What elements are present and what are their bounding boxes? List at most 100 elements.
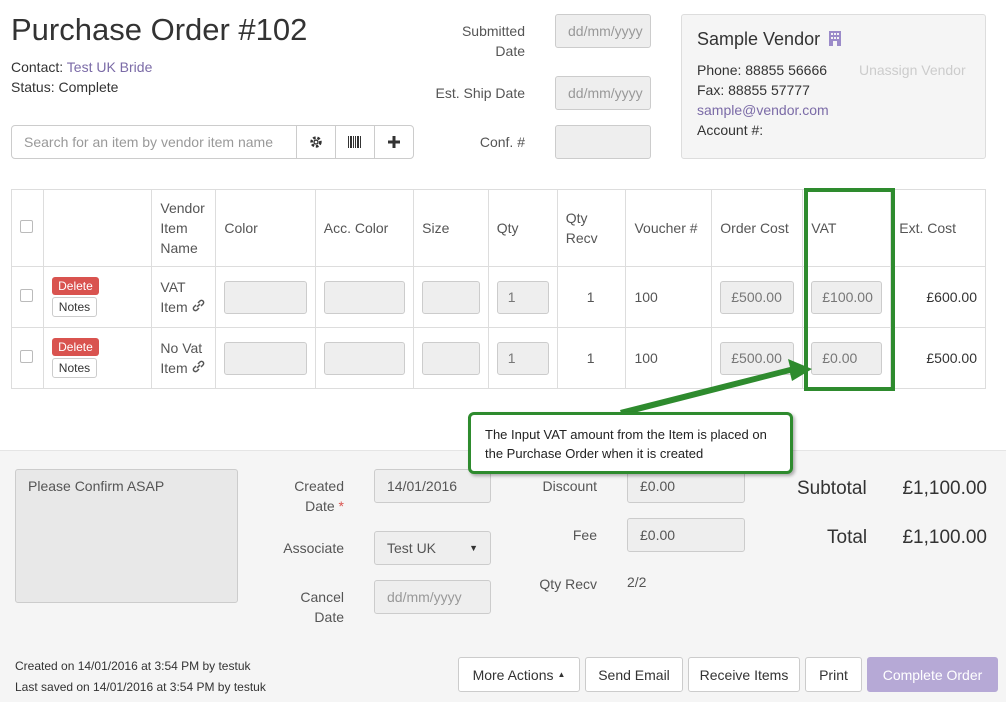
- caret-down-icon: ▼: [469, 543, 478, 553]
- conf-number-input[interactable]: [555, 125, 651, 159]
- more-actions-label: More Actions: [472, 666, 554, 683]
- print-button[interactable]: Print: [805, 657, 862, 692]
- created-info: Created on 14/01/2016 at 3:54 PM by test…: [15, 659, 251, 673]
- qty-cell: 1: [487, 327, 558, 389]
- status-line: Status: Complete: [11, 79, 118, 95]
- page-title: Purchase Order #102: [11, 12, 308, 47]
- submitted-date-label: Submitted Date: [461, 23, 525, 59]
- add-item-button[interactable]: [374, 126, 413, 158]
- cancel-date-label: Cancel Date: [300, 589, 344, 625]
- ext-cost-cell: £600.00: [890, 266, 986, 328]
- receive-items-button[interactable]: Receive Items: [688, 657, 800, 692]
- acc-color-header: Acc. Color: [314, 189, 415, 267]
- complete-order-button[interactable]: Complete Order: [867, 657, 998, 692]
- size-cell: [413, 327, 489, 389]
- contact-label: Contact:: [11, 59, 64, 75]
- item-search-input[interactable]: Search for an item by vendor item name: [12, 126, 296, 158]
- contact-line: Contact: Test UK Bride: [11, 59, 152, 75]
- size-cell: [413, 266, 489, 328]
- item-name-cell: VAT Item: [151, 266, 217, 328]
- created-date-label: Created Date *: [270, 476, 344, 516]
- subtotal-value: £1,100.00: [902, 478, 987, 499]
- order-cost-input[interactable]: £500.00: [720, 280, 795, 314]
- link-icon: [192, 299, 204, 312]
- row-checkbox[interactable]: [20, 289, 33, 302]
- voucher-header: Voucher #: [625, 189, 713, 267]
- created-date-input[interactable]: 14/01/2016: [374, 469, 491, 503]
- annotation-callout: The Input VAT amount from the Item is pl…: [468, 412, 793, 474]
- size-header: Size: [413, 189, 489, 267]
- contact-link[interactable]: Test UK Bride: [67, 59, 153, 75]
- row-actions-cell: Delete Notes: [42, 327, 153, 389]
- callout-arrow: [620, 359, 812, 416]
- delete-button[interactable]: Delete: [51, 338, 99, 356]
- qty-recv-value: 2/2: [627, 574, 647, 590]
- ext-cost-header: Ext. Cost: [890, 189, 986, 267]
- qty-recv-header: Qty Recv: [556, 189, 627, 267]
- vendor-email-link[interactable]: sample@vendor.com: [697, 102, 829, 118]
- color-input[interactable]: [224, 280, 307, 314]
- ship-date-input[interactable]: dd/mm/yyyy: [555, 76, 651, 110]
- total-value: £1,100.00: [902, 527, 987, 548]
- item-search-group: Search for an item by vendor item name: [11, 125, 414, 159]
- fee-label: Fee: [572, 527, 597, 543]
- discount-label: Discount: [542, 478, 597, 494]
- select-all-checkbox[interactable]: [20, 220, 33, 233]
- ext-cost-cell: £500.00: [890, 327, 986, 389]
- size-input[interactable]: [422, 341, 480, 375]
- select-all-cell: [11, 189, 44, 267]
- qty-header: Qty: [487, 189, 558, 267]
- fee-input[interactable]: £0.00: [627, 518, 745, 552]
- gear-icon: [310, 136, 322, 148]
- item-name-link[interactable]: VAT Item: [160, 279, 187, 315]
- vendor-name: Sample Vendor: [697, 29, 821, 49]
- required-marker: *: [338, 498, 344, 514]
- row-checkbox[interactable]: [20, 350, 33, 363]
- acc-color-input[interactable]: [323, 280, 406, 314]
- associate-value: Test UK: [387, 540, 437, 556]
- total-label: Total: [827, 527, 868, 548]
- size-input[interactable]: [422, 280, 480, 314]
- delete-button[interactable]: Delete: [51, 277, 99, 295]
- associate-select[interactable]: Test UK ▼: [374, 531, 491, 565]
- voucher-link[interactable]: 100: [625, 266, 713, 328]
- color-cell: [215, 266, 316, 328]
- cancel-date-input[interactable]: dd/mm/yyyy: [374, 580, 491, 614]
- qty-input[interactable]: 1: [496, 280, 549, 314]
- notes-button[interactable]: Notes: [51, 358, 97, 378]
- acc-color-input[interactable]: [323, 341, 406, 375]
- acc-color-cell: [314, 266, 415, 328]
- order-notes-textarea[interactable]: Please Confirm ASAP: [15, 469, 238, 603]
- settings-button[interactable]: [296, 126, 335, 158]
- vendor-phone: Phone: 88855 56666: [697, 62, 828, 78]
- row-select-cell: [11, 327, 44, 389]
- vendor-name-line: Sample Vendor: [697, 29, 842, 50]
- send-email-button[interactable]: Send Email: [585, 657, 683, 692]
- associate-label: Associate: [283, 540, 344, 556]
- qty-cell: 1: [487, 266, 558, 328]
- plus-icon: [388, 136, 400, 148]
- actions-header: [42, 189, 153, 267]
- notes-button[interactable]: Notes: [51, 297, 97, 317]
- building-icon: [829, 31, 842, 46]
- unassign-vendor-link[interactable]: Unassign Vendor: [859, 62, 966, 78]
- vendor-account: Account #:: [697, 122, 764, 138]
- discount-input[interactable]: £0.00: [627, 469, 745, 503]
- barcode-button[interactable]: [335, 126, 374, 158]
- row-select-cell: [11, 266, 44, 328]
- acc-color-cell: [314, 327, 415, 389]
- saved-info: Last saved on 14/01/2016 at 3:54 PM by t…: [15, 680, 266, 694]
- qty-recv-label: Qty Recv: [539, 576, 597, 592]
- qty-input[interactable]: 1: [496, 341, 549, 375]
- more-actions-button[interactable]: More Actions ▲: [458, 657, 580, 692]
- item-name-cell: No Vat Item: [151, 327, 217, 389]
- status-value: Complete: [58, 79, 119, 95]
- color-cell: [215, 327, 316, 389]
- submitted-date-input[interactable]: dd/mm/yyyy: [555, 14, 651, 48]
- created-date-label-text: Created Date: [294, 478, 344, 514]
- color-header: Color: [215, 189, 316, 267]
- ship-date-label: Est. Ship Date: [435, 85, 526, 101]
- color-input[interactable]: [224, 341, 307, 375]
- order-cost-header: Order Cost: [711, 189, 804, 267]
- order-cost-cell: £500.00: [711, 266, 804, 328]
